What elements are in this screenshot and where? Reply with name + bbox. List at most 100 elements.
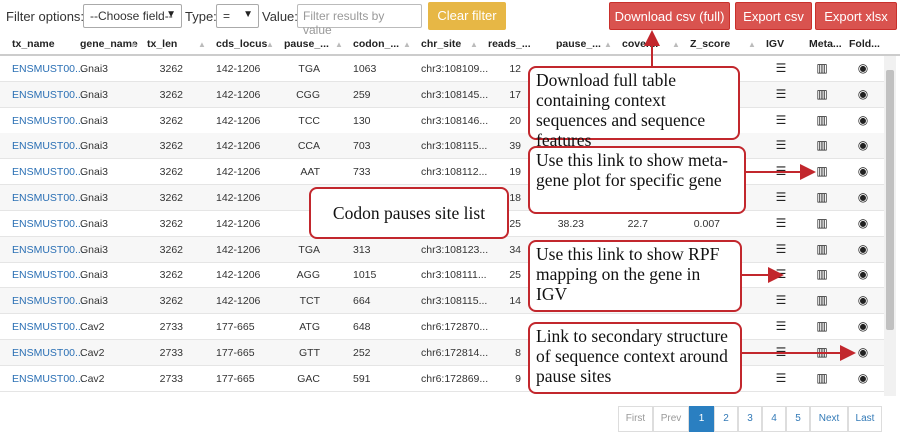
column-header[interactable]: IGV — [766, 38, 784, 50]
pagination-page-5[interactable]: 5 — [786, 406, 810, 432]
target-icon[interactable]: ◉ — [855, 61, 871, 77]
tx-name-link[interactable]: ENSMUST00... — [12, 321, 84, 333]
sort-arrow-icon[interactable]: ▲ — [403, 40, 411, 49]
target-icon[interactable]: ◉ — [855, 87, 871, 103]
target-icon[interactable]: ◉ — [855, 371, 871, 387]
column-header[interactable]: pause_... — [284, 38, 329, 50]
bar-chart-icon[interactable]: ▥ — [814, 216, 830, 232]
field-select[interactable]: --Choose field-- ▼ — [83, 4, 182, 28]
column-header[interactable]: chr_site — [421, 38, 461, 50]
sort-arrow-icon[interactable]: ▲ — [672, 40, 680, 49]
bar-chart-icon[interactable]: ▥ — [814, 345, 830, 361]
tx-name-link[interactable]: ENSMUST00... — [12, 63, 84, 75]
list-icon[interactable]: ☰ — [773, 267, 789, 283]
list-icon[interactable]: ☰ — [773, 216, 789, 232]
pagination-last[interactable]: Last — [848, 406, 882, 432]
tx-name-link[interactable]: ENSMUST00... — [12, 269, 84, 281]
tx-name-link[interactable]: ENSMUST00... — [12, 295, 84, 307]
pagination-page-2[interactable]: 2 — [714, 406, 738, 432]
bar-chart-icon[interactable]: ▥ — [814, 164, 830, 180]
target-icon[interactable]: ◉ — [855, 138, 871, 154]
export-xlsx-button[interactable]: Export xlsx — [815, 2, 897, 30]
tx-name-link[interactable]: ENSMUST00... — [12, 166, 84, 178]
clear-filter-button[interactable]: Clear filter — [428, 2, 506, 30]
table-cell: Cav2 — [80, 346, 105, 359]
pagination-page-1[interactable]: 1 — [689, 406, 714, 432]
export-csv-button[interactable]: Export csv — [735, 2, 812, 30]
tx-name-link[interactable]: ENSMUST00... — [12, 192, 84, 204]
column-header[interactable]: Z_score — [690, 38, 730, 50]
column-header[interactable]: cds_locus — [216, 38, 267, 50]
bar-chart-icon[interactable]: ▥ — [814, 190, 830, 206]
list-icon[interactable]: ☰ — [773, 190, 789, 206]
target-icon[interactable]: ◉ — [855, 345, 871, 361]
bar-chart-icon[interactable]: ▥ — [814, 371, 830, 387]
column-header[interactable]: cover... — [622, 38, 658, 50]
list-icon[interactable]: ☰ — [773, 164, 789, 180]
target-icon[interactable]: ◉ — [855, 267, 871, 283]
column-header[interactable]: Fold... — [849, 38, 880, 50]
column-header[interactable]: Meta... — [809, 38, 842, 50]
bar-chart-icon[interactable]: ▥ — [814, 267, 830, 283]
list-icon[interactable]: ☰ — [773, 87, 789, 103]
sort-arrow-icon[interactable]: ▲ — [604, 40, 612, 49]
sort-arrow-icon[interactable]: ▲ — [198, 40, 206, 49]
sort-arrow-icon[interactable]: ▲ — [335, 40, 343, 49]
table-cell: 664 — [353, 295, 371, 308]
download-csv-full-button[interactable]: Download csv (full) — [609, 2, 730, 30]
table-cell: chr3:108115... — [421, 140, 488, 153]
tx-name-link[interactable]: ENSMUST00... — [12, 218, 84, 230]
table-cell: 3262 — [159, 217, 183, 230]
pagination-next[interactable]: Next — [810, 406, 848, 432]
bar-chart-icon[interactable]: ▥ — [814, 113, 830, 129]
list-icon[interactable]: ☰ — [773, 113, 789, 129]
table-cell: Gnai3 — [80, 243, 109, 256]
pagination-prev[interactable]: Prev — [653, 406, 689, 432]
scrollbar-thumb[interactable] — [886, 70, 894, 330]
type-select[interactable]: = ▼ — [216, 4, 259, 28]
sort-arrow-icon[interactable]: ▲ — [748, 40, 756, 49]
target-icon[interactable]: ◉ — [855, 113, 871, 129]
list-icon[interactable]: ☰ — [773, 242, 789, 258]
table-cell: AAT — [300, 166, 320, 179]
table-cell: chr3:108115... — [421, 295, 488, 308]
target-icon[interactable]: ◉ — [855, 190, 871, 206]
list-icon[interactable]: ☰ — [773, 293, 789, 309]
bar-chart-icon[interactable]: ▥ — [814, 61, 830, 77]
bar-chart-icon[interactable]: ▥ — [814, 138, 830, 154]
target-icon[interactable]: ◉ — [855, 164, 871, 180]
column-header[interactable]: codon_... — [353, 38, 399, 50]
pagination-page-4[interactable]: 4 — [762, 406, 786, 432]
list-icon[interactable]: ☰ — [773, 319, 789, 335]
tx-name-link[interactable]: ENSMUST00... — [12, 347, 84, 359]
list-icon[interactable]: ☰ — [773, 61, 789, 77]
column-header[interactable]: pause_... — [556, 38, 601, 50]
callout-fold-note: Link to secondary structure of sequence … — [528, 322, 742, 394]
tx-name-link[interactable]: ENSMUST00... — [12, 140, 84, 152]
target-icon[interactable]: ◉ — [855, 242, 871, 258]
tx-name-link[interactable]: ENSMUST00... — [12, 89, 84, 101]
sort-arrow-icon[interactable]: ▲ — [470, 40, 478, 49]
bar-chart-icon[interactable]: ▥ — [814, 87, 830, 103]
column-header[interactable]: reads_... — [488, 38, 531, 50]
pagination-page-3[interactable]: 3 — [738, 406, 762, 432]
list-icon[interactable]: ☰ — [773, 371, 789, 387]
bar-chart-icon[interactable]: ▥ — [814, 319, 830, 335]
list-icon[interactable]: ☰ — [773, 345, 789, 361]
sort-arrow-icon[interactable]: ▲ — [266, 40, 274, 49]
tx-name-link[interactable]: ENSMUST00... — [12, 244, 84, 256]
sort-arrow-icon[interactable]: ▲ — [129, 40, 137, 49]
table-scrollbar[interactable] — [884, 56, 896, 396]
pagination-first[interactable]: First — [618, 406, 653, 432]
tx-name-link[interactable]: ENSMUST00... — [12, 373, 84, 385]
target-icon[interactable]: ◉ — [855, 319, 871, 335]
list-icon[interactable]: ☰ — [773, 138, 789, 154]
column-header[interactable]: tx_len — [147, 38, 177, 50]
bar-chart-icon[interactable]: ▥ — [814, 293, 830, 309]
bar-chart-icon[interactable]: ▥ — [814, 242, 830, 258]
target-icon[interactable]: ◉ — [855, 216, 871, 232]
tx-name-link[interactable]: ENSMUST00... — [12, 115, 84, 127]
value-filter-input[interactable]: Filter results by value — [297, 4, 422, 37]
column-header[interactable]: tx_name — [12, 38, 55, 50]
target-icon[interactable]: ◉ — [855, 293, 871, 309]
